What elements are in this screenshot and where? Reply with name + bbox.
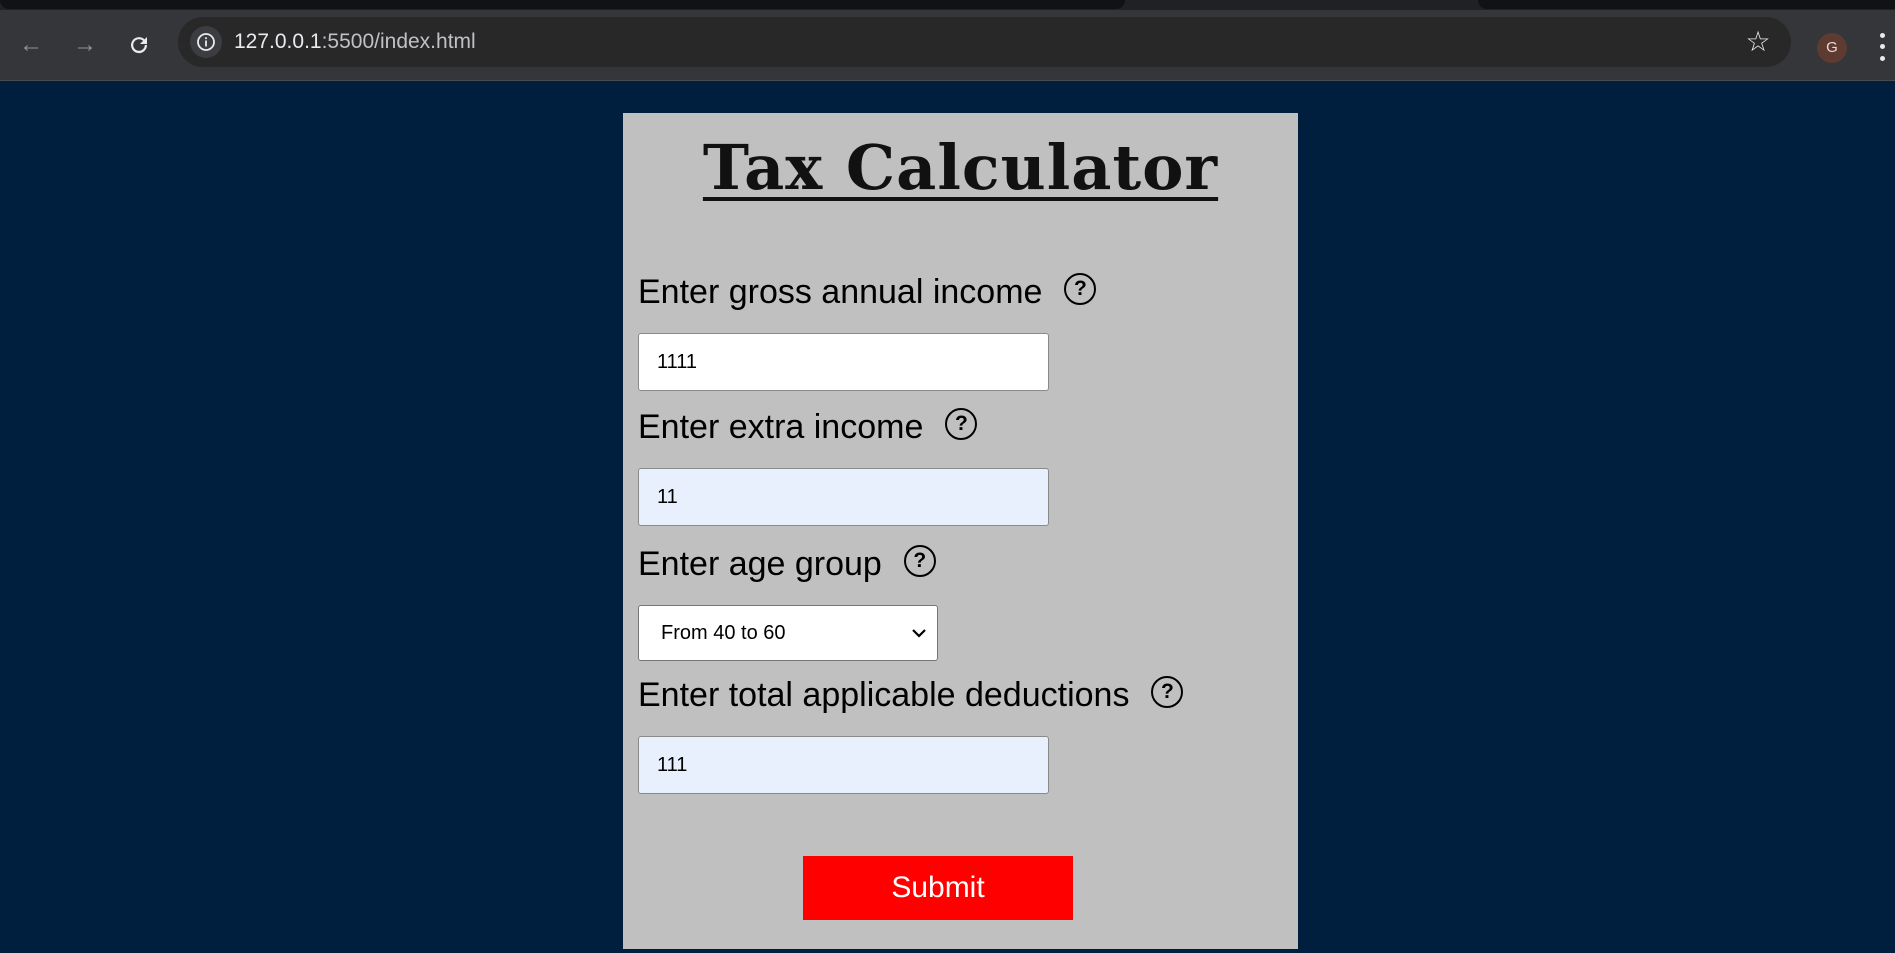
inactive-tab[interactable] [0, 0, 1125, 9]
extra-income-input[interactable]: 11 [638, 468, 1049, 526]
gross-income-label: Enter gross annual income [638, 273, 1043, 311]
age-group-label: Enter age group [638, 545, 882, 583]
browser-toolbar: ← → 127.0.0.1:5500/index.html ☆ G [0, 10, 1895, 81]
gross-income-help-icon[interactable]: ? [1064, 272, 1097, 305]
profile-avatar[interactable]: G [1817, 33, 1847, 63]
deductions-label: Enter total applicable deductions [638, 676, 1130, 714]
page-title: Tax Calculator [702, 131, 1219, 204]
deductions-input[interactable]: 111 [638, 736, 1049, 794]
url-path: :5500/index.html [321, 30, 476, 53]
bookmark-star-icon[interactable]: ☆ [1743, 27, 1773, 57]
gross-income-input[interactable]: 1111 [638, 333, 1049, 391]
extra-income-help-icon[interactable]: ? [945, 407, 978, 440]
deductions-label-row: Enter total applicable deductions ? [638, 675, 1184, 715]
address-bar[interactable]: 127.0.0.1:5500/index.html ☆ [178, 17, 1791, 67]
tab-strip [0, 0, 1895, 10]
forward-arrow-icon[interactable]: → [70, 30, 100, 60]
more-menu-icon[interactable] [1872, 30, 1892, 64]
age-group-help-icon[interactable]: ? [903, 544, 936, 577]
age-group-select[interactable]: From 40 to 60 [638, 605, 938, 661]
gross-income-label-row: Enter gross annual income ? [638, 272, 1097, 312]
extra-income-label-row: Enter extra income ? [638, 407, 978, 447]
submit-button[interactable]: Submit [803, 856, 1073, 920]
chevron-down-icon [912, 629, 926, 638]
site-info-icon[interactable] [190, 26, 222, 58]
url-text[interactable]: 127.0.0.1:5500/index.html [234, 30, 476, 54]
url-host: 127.0.0.1 [234, 30, 322, 53]
inactive-tab[interactable] [1478, 0, 1895, 9]
tax-calculator-form: Tax Calculator Enter gross annual income… [623, 113, 1298, 949]
age-group-label-row: Enter age group ? [638, 544, 936, 584]
deductions-help-icon[interactable]: ? [1151, 675, 1184, 708]
age-group-selected-value: From 40 to 60 [661, 622, 786, 644]
back-arrow-icon[interactable]: ← [16, 30, 46, 60]
extra-income-label: Enter extra income [638, 408, 924, 446]
reload-icon[interactable] [124, 30, 154, 60]
